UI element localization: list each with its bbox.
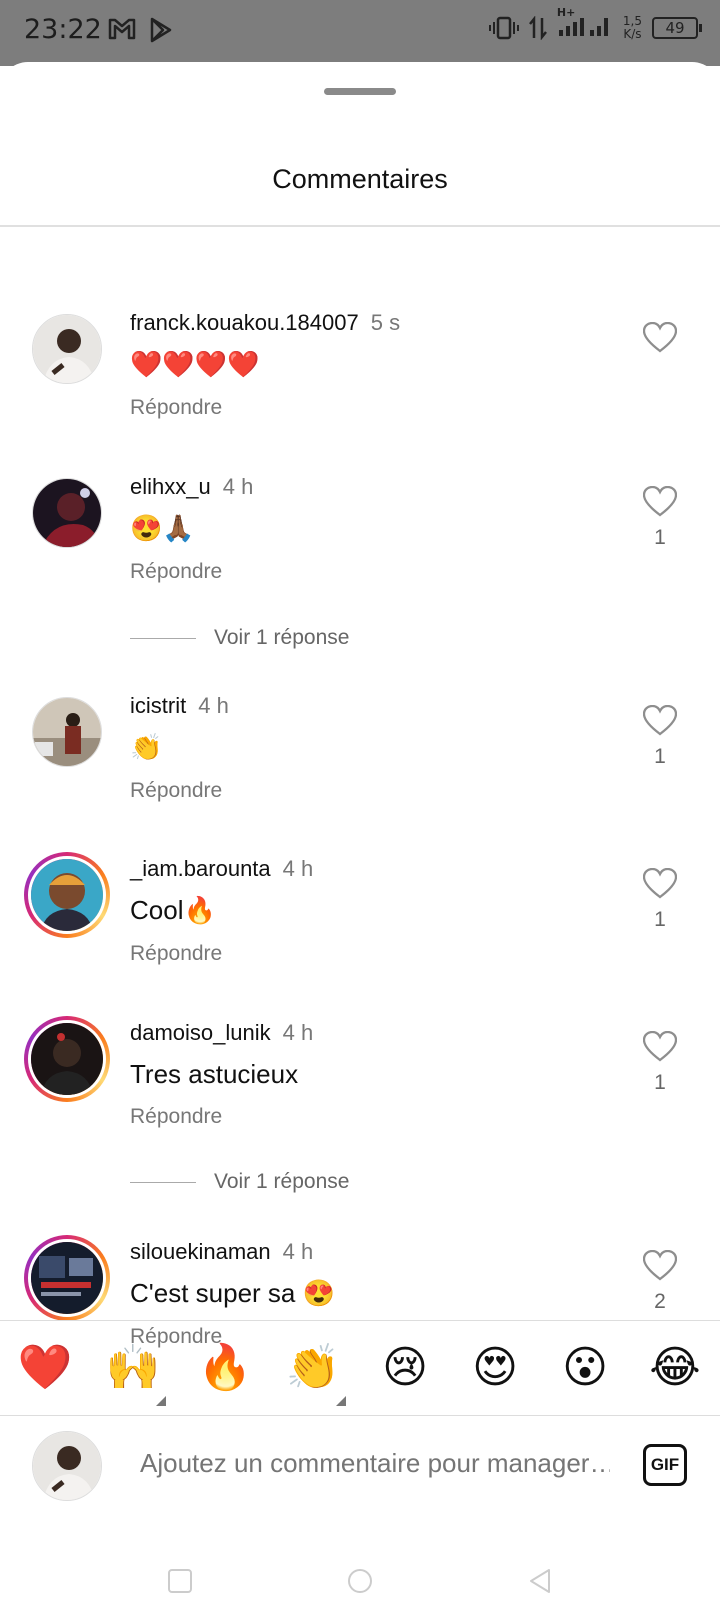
recent-apps-icon[interactable] <box>165 1566 195 1596</box>
data-transfer-icon <box>528 16 547 40</box>
status-system-icons: H+ 1,5 K/s 49 <box>488 6 702 42</box>
avatar-story-ring[interactable] <box>24 1235 110 1321</box>
emoji-clapping[interactable]: 👏 <box>278 1338 348 1406</box>
comment-username[interactable]: _iam.barounta 4 h <box>130 856 313 882</box>
heart-icon[interactable] <box>643 868 677 900</box>
avatar[interactable] <box>32 697 102 767</box>
like-count: 2 <box>654 1290 666 1313</box>
avatar[interactable] <box>32 314 102 384</box>
back-icon[interactable] <box>525 1566 555 1596</box>
comment-time: 4 h <box>222 474 254 499</box>
reply-button[interactable]: Répondre <box>130 779 222 803</box>
emoji-heart-eyes[interactable]: 😍 <box>460 1338 530 1398</box>
emoji-heart[interactable]: ❤️ <box>10 1338 80 1398</box>
comment-text: ❤️❤️❤️❤️ <box>130 349 260 379</box>
heart-icon[interactable] <box>643 1031 677 1063</box>
reply-button[interactable]: Répondre <box>130 560 222 584</box>
divider <box>0 1415 720 1416</box>
vibrate-icon <box>488 16 519 40</box>
battery-icon: 49 <box>652 17 702 39</box>
comment-time: 4 h <box>282 856 314 881</box>
divider <box>130 637 196 639</box>
comment-time: 4 h <box>282 1020 314 1045</box>
status-bar: 23:22 H+ 1,5 K/s 49 <box>0 0 720 66</box>
skin-tone-indicator-icon <box>156 1396 166 1406</box>
heart-icon[interactable] <box>643 486 677 518</box>
like-count: 1 <box>654 745 666 768</box>
comment-username[interactable]: icistrit 4 h <box>130 693 229 719</box>
reply-button[interactable]: Répondre <box>130 396 222 420</box>
comment-text: 👏 <box>130 732 163 762</box>
comment-text: Tres astucieux <box>130 1059 299 1089</box>
view-replies-button[interactable]: Voir 1 réponse <box>130 1170 349 1194</box>
like-count: 1 <box>654 1071 666 1094</box>
comment-text: Cool🔥 <box>130 895 216 925</box>
emoji-surprised[interactable]: 😮 <box>550 1338 620 1398</box>
heart-icon[interactable] <box>643 705 677 737</box>
comment-time: 4 h <box>198 693 229 718</box>
avatar-story-ring[interactable] <box>24 852 110 938</box>
play-store-icon <box>150 17 172 43</box>
comment-input-row: GIF <box>0 1425 720 1515</box>
comment-username[interactable]: franck.kouakou.184007 5 s <box>130 310 400 336</box>
system-nav-bar <box>0 1548 720 1612</box>
comment-username[interactable]: damoiso_lunik 4 h <box>130 1020 313 1046</box>
view-replies-button[interactable]: Voir 1 réponse <box>130 626 349 650</box>
gif-button[interactable]: GIF <box>643 1444 687 1486</box>
comment-time: 5 s <box>370 310 401 335</box>
emoji-laughing[interactable]: 😂 <box>640 1338 710 1398</box>
divider <box>0 1320 720 1321</box>
network-speed: 1,5 K/s <box>622 14 642 41</box>
emoji-quick-bar: ❤️ 🙌 🔥 👏 😢 😍 😮 😂 <box>0 1330 720 1420</box>
comment-username[interactable]: elihxx_u 4 h <box>130 474 253 500</box>
comment-list[interactable]: franck.kouakou.184007 5 s ❤️❤️❤️❤️ Répond… <box>0 228 720 1382</box>
emoji-fire[interactable]: 🔥 <box>190 1338 260 1398</box>
gmail-icon <box>108 18 136 40</box>
reply-button[interactable]: Répondre <box>130 1105 222 1129</box>
divider <box>0 225 720 227</box>
comment-input[interactable] <box>140 1443 610 1483</box>
emoji-crying[interactable]: 😢 <box>370 1338 440 1398</box>
emoji-raised-hands[interactable]: 🙌 <box>98 1338 168 1406</box>
status-notification-icons <box>108 17 174 43</box>
drag-handle[interactable] <box>324 88 396 95</box>
signal-strength-icon: H+ <box>557 6 613 42</box>
network-type-label: H+ <box>556 6 576 19</box>
avatar[interactable] <box>32 478 102 548</box>
reply-button[interactable]: Répondre <box>130 942 222 966</box>
comment-time: 4 h <box>282 1239 314 1264</box>
avatar-story-ring[interactable] <box>24 1016 110 1102</box>
like-count: 1 <box>654 908 666 931</box>
home-icon[interactable] <box>345 1566 375 1596</box>
comment-text: C'est super sa 😍 <box>130 1278 335 1308</box>
divider <box>130 1181 196 1183</box>
comment-text: 😍🙏🏾 <box>130 513 195 543</box>
like-count: 1 <box>654 526 666 549</box>
status-time: 23:22 <box>24 14 102 45</box>
my-avatar <box>32 1431 102 1501</box>
heart-icon[interactable] <box>643 322 677 354</box>
skin-tone-indicator-icon <box>336 1396 346 1406</box>
sheet-title: Commentaires <box>272 164 448 194</box>
heart-icon[interactable] <box>643 1250 677 1282</box>
comment-username[interactable]: silouekinaman 4 h <box>130 1239 313 1265</box>
